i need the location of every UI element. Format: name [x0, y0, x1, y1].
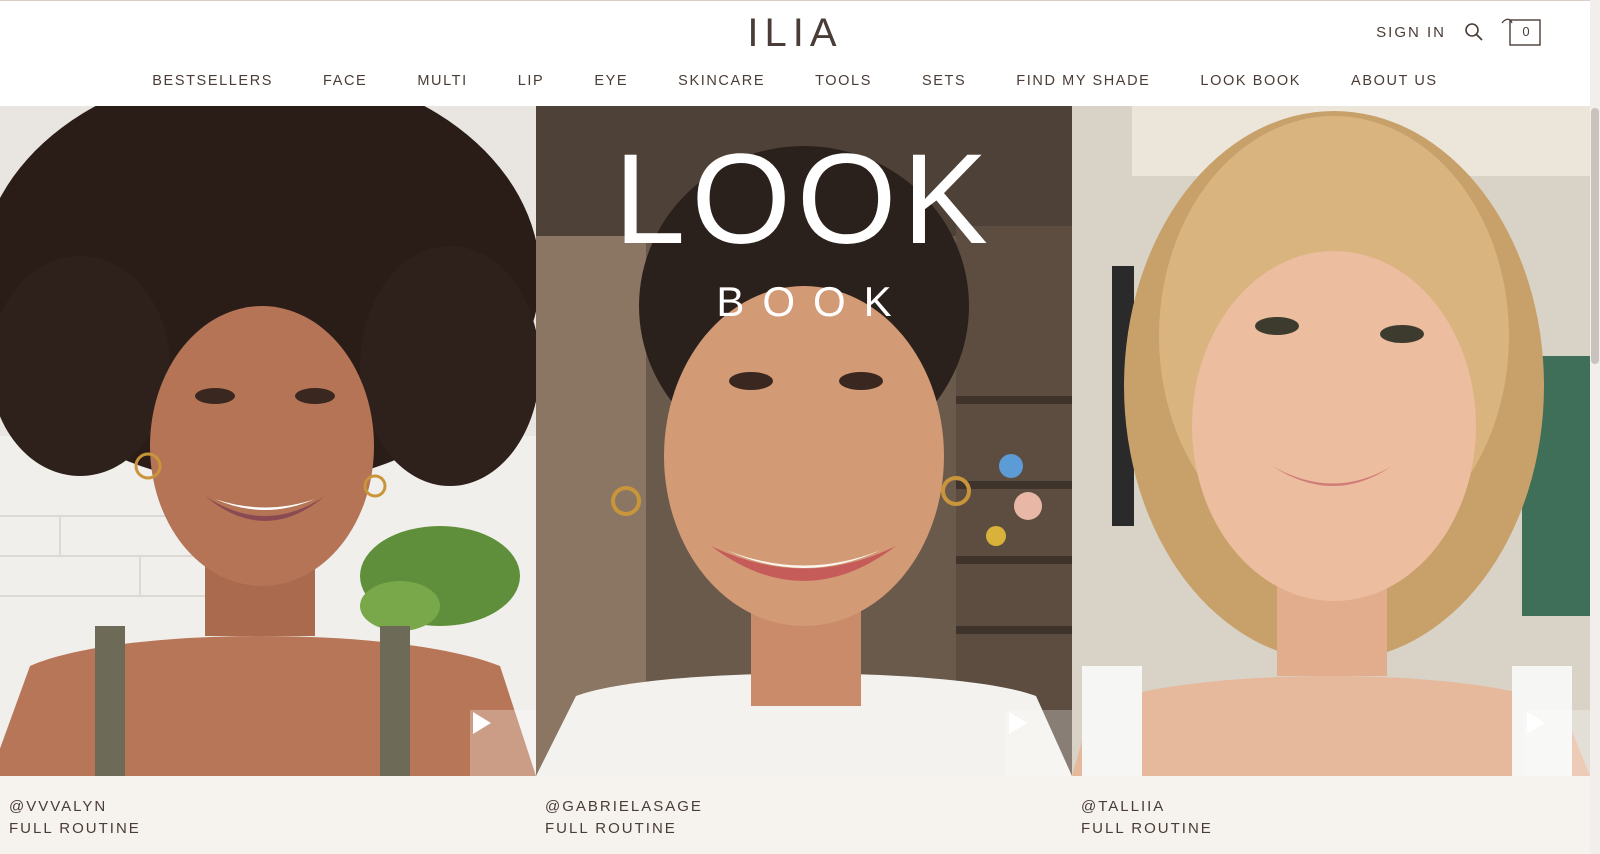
nav-item-skincare[interactable]: SKINCARE	[678, 73, 765, 89]
creator-handle-link[interactable]: @TALLIIA	[1081, 796, 1590, 818]
portrait-image	[536, 106, 1072, 776]
portrait-image	[0, 106, 536, 776]
play-button[interactable]	[470, 710, 536, 776]
nav-item-bestsellers[interactable]: BESTSELLERS	[152, 73, 273, 89]
search-icon[interactable]	[1464, 22, 1484, 42]
creator-handle-link[interactable]: @GABRIELASAGE	[545, 796, 1072, 818]
video-thumbnail[interactable]	[1072, 106, 1590, 776]
site-header: ILIA SIGN IN 0 BESTSELLERS FACE MULTI LI…	[0, 0, 1590, 106]
play-icon	[473, 712, 491, 734]
play-icon	[1527, 712, 1545, 734]
video-card: @GABRIELASAGE FULL ROUTINE	[536, 106, 1072, 854]
nav-item-tools[interactable]: TOOLS	[815, 73, 872, 89]
video-label[interactable]: FULL ROUTINE	[545, 818, 1072, 840]
video-thumbnail[interactable]	[0, 106, 536, 776]
main-nav: BESTSELLERS FACE MULTI LIP EYE SKINCARE …	[0, 73, 1590, 89]
creator-handle-link[interactable]: @VVVALYN	[9, 796, 536, 818]
video-caption: @GABRIELASAGE FULL ROUTINE	[536, 776, 1072, 854]
video-thumbnail[interactable]	[536, 106, 1072, 776]
nav-item-lip[interactable]: LIP	[518, 73, 545, 89]
nav-item-about-us[interactable]: ABOUT US	[1351, 73, 1438, 89]
scrollbar-thumb[interactable]	[1591, 108, 1599, 364]
video-label[interactable]: FULL ROUTINE	[1081, 818, 1590, 840]
nav-item-multi[interactable]: MULTI	[417, 73, 467, 89]
nav-item-sets[interactable]: SETS	[922, 73, 966, 89]
nav-item-find-my-shade[interactable]: FIND MY SHADE	[1016, 73, 1150, 89]
play-icon	[1009, 712, 1027, 734]
cart-count: 0	[1522, 24, 1530, 39]
video-gallery: @VVVALYN FULL ROUTINE @GABRIELASAGE FULL…	[0, 106, 1590, 854]
nav-item-face[interactable]: FACE	[323, 73, 367, 89]
video-label[interactable]: FULL ROUTINE	[9, 818, 536, 840]
video-caption: @VVVALYN FULL ROUTINE	[0, 776, 536, 854]
sign-in-link[interactable]: SIGN IN	[1376, 24, 1446, 41]
brand-logo[interactable]: ILIA	[0, 11, 1590, 56]
play-button[interactable]	[1006, 710, 1072, 776]
nav-item-look-book[interactable]: LOOK BOOK	[1200, 73, 1301, 89]
nav-item-eye[interactable]: EYE	[594, 73, 628, 89]
page-scrollbar[interactable]	[1590, 0, 1600, 854]
utility-nav: SIGN IN 0	[1376, 17, 1542, 47]
video-caption: @TALLIIA FULL ROUTINE	[1072, 776, 1590, 854]
video-card: @VVVALYN FULL ROUTINE	[0, 106, 536, 854]
cart-button[interactable]: 0	[1498, 17, 1542, 47]
play-button[interactable]	[1524, 710, 1590, 776]
video-card: @TALLIIA FULL ROUTINE	[1072, 106, 1590, 854]
portrait-image	[1072, 106, 1590, 776]
